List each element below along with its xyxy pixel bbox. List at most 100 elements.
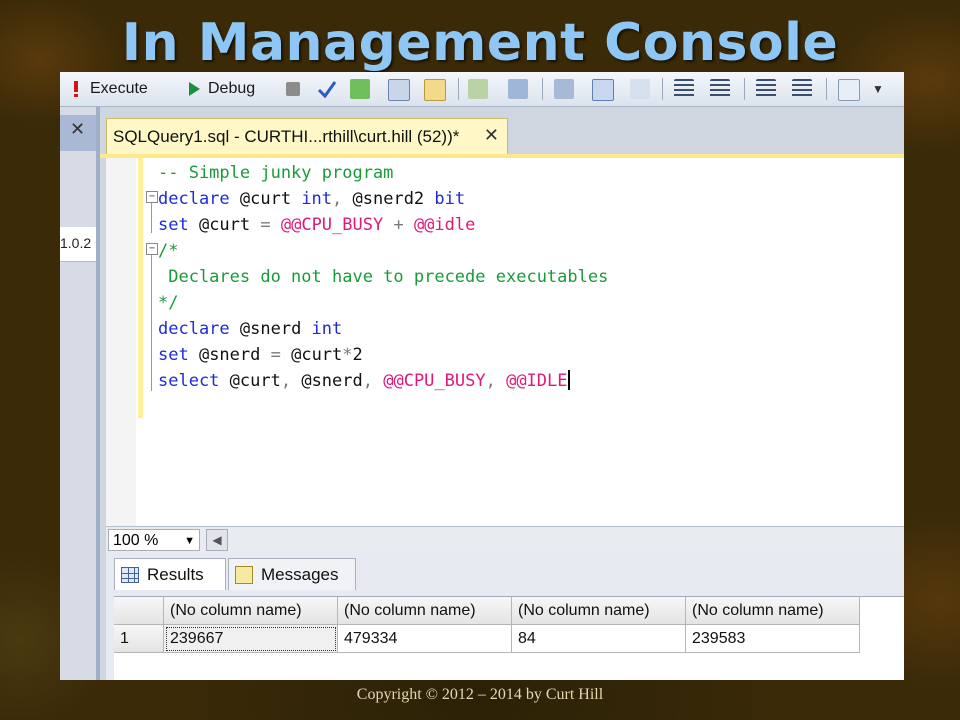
results-pane: Results Messages (No column name) (No co… xyxy=(106,552,904,680)
debug-button[interactable]: Debug xyxy=(184,76,255,102)
increase-indent-icon[interactable] xyxy=(792,79,812,99)
code-line[interactable]: declare @curt int, @snerd2 bit xyxy=(158,186,608,212)
grid-icon xyxy=(121,566,139,583)
scroll-left-button[interactable]: ◀ xyxy=(206,529,228,551)
table-cell[interactable]: 239667 xyxy=(164,625,338,653)
uncomment-icon[interactable] xyxy=(630,79,650,99)
results-tab-label: Results xyxy=(147,564,204,584)
code-token: + xyxy=(393,215,414,235)
code-token: , xyxy=(332,189,353,209)
grid-corner[interactable] xyxy=(114,597,164,625)
query-options-icon[interactable] xyxy=(424,79,446,101)
slide-title: In Management Console xyxy=(121,13,839,73)
editor-status-row: 100 % ▼ ◀ xyxy=(106,526,904,553)
fold-collapse-icon[interactable]: − xyxy=(146,191,158,203)
code-token: @snerd xyxy=(301,371,363,391)
code-token: = xyxy=(260,215,281,235)
parse-icon[interactable] xyxy=(350,79,370,99)
display-plan-icon[interactable] xyxy=(388,79,410,101)
outdent-icon[interactable] xyxy=(674,79,694,99)
code-token: , xyxy=(280,371,302,391)
column-header[interactable]: (No column name) xyxy=(512,597,686,625)
code-token: @curt xyxy=(198,215,261,235)
code-token: @curt xyxy=(239,189,302,209)
results-grid-icon[interactable] xyxy=(508,79,528,99)
fold-guide xyxy=(151,255,152,391)
fold-guide xyxy=(151,203,152,233)
code-line[interactable]: */ xyxy=(158,290,608,316)
code-line[interactable]: Declares do not have to precede executab… xyxy=(158,264,608,290)
code-token: @curt xyxy=(229,371,281,391)
decrease-indent-icon[interactable] xyxy=(756,79,776,99)
code-token: @@IDLE xyxy=(506,371,568,391)
code-token: set xyxy=(158,345,199,365)
toolbar-overflow-icon[interactable]: ▼ xyxy=(872,82,884,96)
table-cell[interactable]: 239583 xyxy=(686,625,860,653)
close-tab-icon[interactable]: ✕ xyxy=(484,125,499,146)
server-version-fragment: 1.0.2 xyxy=(60,235,92,251)
code-token: Declares do not have to precede executab… xyxy=(158,267,609,287)
code-line[interactable]: declare @snerd int xyxy=(158,316,608,342)
code-token: */ xyxy=(158,293,179,313)
column-header[interactable]: (No column name) xyxy=(164,597,338,625)
chevron-down-icon: ▼ xyxy=(184,535,195,547)
stop-icon[interactable] xyxy=(286,82,300,96)
tab-sqlquery1[interactable]: SQLQuery1.sql - CURTHI...rthill\curt.hil… xyxy=(106,118,508,154)
code-token: = xyxy=(270,345,292,365)
checkmark-icon[interactable] xyxy=(316,78,338,100)
code-line[interactable]: select @curt, @snerd, @@CPU_BUSY, @@IDLE xyxy=(158,368,608,394)
code-token: int xyxy=(311,319,343,339)
sql-code[interactable]: -- Simple junky program declare @curt int… xyxy=(158,160,608,394)
code-token: declare xyxy=(158,319,240,339)
column-header[interactable]: (No column name) xyxy=(686,597,860,625)
column-header[interactable]: (No column name) xyxy=(338,597,512,625)
chevron-left-icon: ◀ xyxy=(212,533,222,547)
execute-button[interactable]: Execute xyxy=(66,76,148,102)
tab-results[interactable]: Results xyxy=(114,558,226,590)
code-token: @@idle xyxy=(413,215,476,235)
code-token: @curt xyxy=(291,345,343,365)
tab-messages[interactable]: Messages xyxy=(228,558,356,590)
code-token: @@CPU_BUSY xyxy=(280,215,394,235)
messages-tab-label: Messages xyxy=(261,564,339,584)
code-token: select xyxy=(158,371,230,391)
results-grid: (No column name) (No column name) (No co… xyxy=(114,596,904,680)
fold-collapse-icon[interactable]: − xyxy=(146,243,158,255)
code-token: , xyxy=(362,371,384,391)
comment-icon[interactable] xyxy=(592,79,614,101)
code-token: set xyxy=(158,215,199,235)
zoom-dropdown[interactable]: 100 % ▼ xyxy=(108,529,200,551)
specify-values-icon[interactable] xyxy=(838,79,860,101)
query-toolbar: Execute Debug ▼ xyxy=(60,72,904,107)
code-token: @snerd xyxy=(239,319,312,339)
indent-icon[interactable] xyxy=(710,79,730,99)
query-editor[interactable]: − − -- Simple junky program declare @curt… xyxy=(106,158,904,526)
debug-label: Debug xyxy=(208,80,256,97)
code-token: declare xyxy=(158,189,240,209)
execute-label: Execute xyxy=(90,80,148,97)
code-line[interactable]: set @curt = @@CPU_BUSY + @@idle xyxy=(158,212,608,238)
table-cell[interactable]: 479334 xyxy=(338,625,512,653)
messages-icon xyxy=(235,565,253,584)
code-token: @snerd2 xyxy=(352,189,435,209)
text-cursor xyxy=(567,370,570,390)
code-token: bit xyxy=(434,189,466,209)
table-cell[interactable]: 84 xyxy=(512,625,686,653)
code-token: /* xyxy=(158,241,179,261)
object-explorer-pane: ✕ 1.0.2 xyxy=(60,107,96,680)
code-token: , xyxy=(485,371,507,391)
code-line[interactable]: /* xyxy=(158,238,608,264)
code-line[interactable]: -- Simple junky program xyxy=(158,160,608,186)
copyright-footer: Copyright © 2012 – 2014 by Curt Hill xyxy=(356,686,604,703)
code-token: @@CPU_BUSY xyxy=(383,371,486,391)
row-number[interactable]: 1 xyxy=(114,625,164,653)
ssms-window: Execute Debug ▼ ✕ 1.0.2 SQLQuery1.sql - … xyxy=(60,72,904,680)
exclamation-icon xyxy=(74,81,78,97)
close-icon[interactable]: ✕ xyxy=(70,119,85,140)
results-to-icon[interactable] xyxy=(468,79,488,99)
editor-margin xyxy=(106,158,136,526)
results-file-icon[interactable] xyxy=(554,79,574,99)
code-line[interactable]: set @snerd = @curt*2 xyxy=(158,342,608,368)
code-token: 2 xyxy=(352,345,363,365)
code-token: * xyxy=(342,345,353,365)
